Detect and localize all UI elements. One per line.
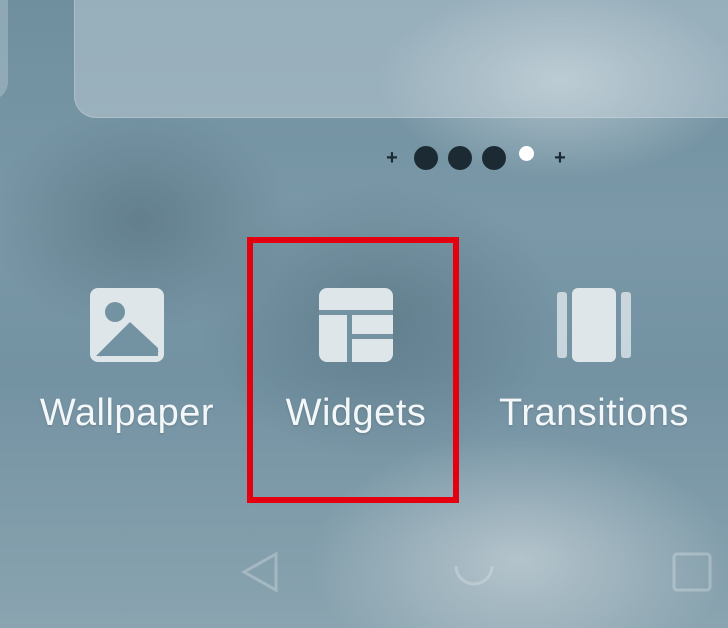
add-page-left-icon[interactable]: + bbox=[380, 146, 404, 170]
back-icon[interactable] bbox=[238, 550, 282, 599]
page-dot-current[interactable] bbox=[514, 146, 538, 170]
home-icon[interactable] bbox=[452, 562, 496, 611]
page-dot[interactable] bbox=[448, 146, 472, 170]
navigation-bar bbox=[0, 540, 728, 610]
home-screen-edit-mode: + + Wallpaper Widgets Transitions bbox=[0, 0, 728, 628]
add-page-right-icon[interactable]: + bbox=[548, 146, 572, 170]
highlight-box bbox=[247, 237, 459, 503]
page-dot[interactable] bbox=[414, 146, 438, 170]
wallpaper-label: Wallpaper bbox=[39, 392, 215, 434]
home-page-preview[interactable] bbox=[74, 0, 728, 118]
transitions-button[interactable]: Transitions bbox=[474, 280, 714, 460]
transitions-icon bbox=[555, 286, 633, 369]
page-indicator: + + bbox=[380, 146, 572, 170]
recents-icon[interactable] bbox=[670, 550, 714, 599]
previous-page-preview[interactable] bbox=[0, 0, 8, 100]
image-icon bbox=[88, 286, 166, 369]
wallpaper-button[interactable]: Wallpaper bbox=[7, 280, 247, 460]
transitions-label: Transitions bbox=[499, 392, 689, 434]
page-dot[interactable] bbox=[482, 146, 506, 170]
